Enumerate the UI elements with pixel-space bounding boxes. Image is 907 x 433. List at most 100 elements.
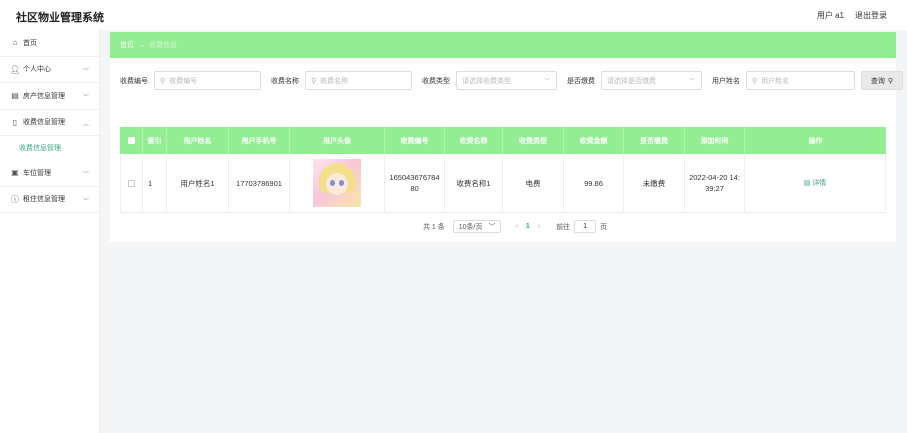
- main-panel: 首页 → 收费信息 收费编号 ⚲ 收费编号 收费名称 ⚲ 收费名称 收费类型 请…: [110, 32, 903, 242]
- search-icon: ⚲: [311, 77, 317, 85]
- sidebar-item-property[interactable]: ▤ 房产信息管理 ﹀: [0, 83, 99, 110]
- document-icon: ▤: [803, 179, 811, 187]
- page-number[interactable]: 1: [526, 223, 530, 230]
- next-page-icon[interactable]: ›: [538, 223, 540, 230]
- row-select-cell[interactable]: [121, 154, 143, 212]
- paid-label: 是否缴费: [567, 77, 595, 85]
- cell-fee-no: 165043676784 80: [385, 154, 445, 212]
- chevron-down-icon: ﹀: [688, 79, 695, 85]
- cell-index: 1: [143, 154, 167, 212]
- detail-label: 详情: [812, 179, 827, 187]
- page-size-value: 10条/页: [458, 223, 483, 231]
- sidebar-item-label: 车位管理: [23, 169, 51, 177]
- chevron-down-icon: ﹀: [82, 95, 89, 101]
- col-header: 操作: [808, 137, 823, 145]
- cell-actions: ▤ 详情: [745, 154, 886, 212]
- total-count: 共 1 条: [422, 223, 445, 231]
- col-header: 收费名称: [445, 127, 503, 154]
- select-all-cell[interactable]: [120, 127, 143, 154]
- building-icon: ▤: [11, 91, 19, 101]
- username-label: 用户姓名: [712, 77, 740, 85]
- home-icon: ⌂: [12, 38, 18, 48]
- chevron-down-icon: ﹀: [488, 223, 496, 231]
- current-user[interactable]: 用户 a1: [817, 10, 844, 21]
- sidebar-item-label: 收费信息管理: [23, 119, 65, 127]
- col-header: 收费编号: [385, 127, 445, 154]
- fee-type-select[interactable]: 请选择收费类型 ﹀: [456, 71, 557, 90]
- chevron-up-icon: ︿: [82, 121, 89, 128]
- search-icon: ⚲: [160, 77, 166, 85]
- breadcrumb-home[interactable]: 首页: [120, 40, 134, 50]
- table-row: 1 用户姓名1 17703786901 165043676784 80 收费名称…: [120, 154, 886, 213]
- sidebar-item-parking[interactable]: ▣ 车位管理 ﹀: [0, 160, 99, 187]
- fee-name-label: 收费名称: [271, 77, 299, 85]
- sidebar-item-label: 首页: [23, 39, 37, 47]
- sidebar: ⌂ 首页 👤︎ 个人中心 ﹀ ▤ 房产信息管理 ﹀ ▯ 收费信息管理 ︿ 收费信…: [0, 30, 100, 433]
- user-icon: 👤︎: [10, 64, 21, 74]
- col-header: 收费类型: [503, 127, 564, 154]
- page-size-select[interactable]: 10条/页 ﹀: [452, 220, 502, 233]
- parking-icon: ▣: [11, 168, 19, 178]
- cell-username: 用户姓名1: [167, 154, 229, 212]
- col-header: 用户头像: [290, 127, 385, 154]
- col-header: 收费金额: [564, 127, 624, 154]
- username-placeholder: 用户姓名: [761, 77, 790, 85]
- select-all-checkbox[interactable]: [127, 137, 135, 144]
- submenu-item-fees[interactable]: 收费信息管理: [0, 136, 99, 160]
- chevron-down-icon: ﹀: [543, 79, 550, 85]
- sidebar-item-home[interactable]: ⌂ 首页: [0, 30, 99, 57]
- paid-select[interactable]: 请选择是否缴费 ﹀: [601, 71, 702, 90]
- fee-name-input[interactable]: ⚲ 收费名称: [305, 71, 412, 90]
- top-bar: 社区物业管理系统 用户 a1 退出登录: [0, 0, 907, 30]
- logout-link[interactable]: 退出登录: [855, 10, 887, 21]
- cell-fee-name: 收费名称1: [445, 154, 503, 212]
- fee-no-label: 收费编号: [120, 77, 148, 85]
- table-header: 索引 用户姓名 用户手机号 用户头像 收费编号 收费名称 收费类型 收费金额 是…: [120, 127, 886, 154]
- search-icon: ⚲: [887, 77, 894, 85]
- goto-label: 前往: [556, 223, 571, 231]
- avatar[interactable]: [313, 159, 361, 207]
- paid-placeholder: 请选择是否缴费: [607, 77, 656, 85]
- cell-phone: 17703786901: [229, 154, 290, 212]
- breadcrumb: 首页 → 收费信息: [110, 32, 896, 58]
- breadcrumb-current: 收费信息: [149, 42, 177, 49]
- cell-paid: 未缴费: [624, 154, 685, 212]
- sidebar-item-label: 个人中心: [23, 66, 51, 74]
- fees-table: 索引 用户姓名 用户手机号 用户头像 收费编号 收费名称 收费类型 收费金额 是…: [120, 127, 886, 213]
- col-header: 添加时间: [685, 127, 745, 154]
- breadcrumb-arrow: →: [138, 41, 145, 49]
- fee-type-label: 收费类型: [422, 77, 450, 85]
- sidebar-item-profile[interactable]: 👤︎ 个人中心 ﹀: [0, 57, 99, 83]
- col-header: 是否缴费: [624, 127, 685, 154]
- sidebar-item-label: 租住信息管理: [23, 196, 65, 204]
- cell-amount: 99.86: [564, 154, 624, 212]
- query-button-label: 查询: [870, 77, 885, 85]
- cell-avatar: [290, 154, 385, 212]
- info-icon: ⓘ: [11, 194, 19, 204]
- query-button[interactable]: 查询 ⚲: [861, 71, 903, 90]
- fee-no-placeholder: 收费编号: [169, 77, 198, 85]
- sidebar-item-label: 房产信息管理: [23, 92, 65, 100]
- pagination: 共 1 条 10条/页 ﹀ ‹ 1 › 前往 1 页: [110, 220, 896, 233]
- goto-input[interactable]: 1: [574, 220, 597, 233]
- chevron-down-icon: ﹀: [82, 172, 89, 178]
- col-header: 用户手机号: [229, 127, 290, 154]
- prev-page-icon[interactable]: ‹: [515, 223, 517, 230]
- app-title: 社区物业管理系统: [16, 12, 104, 24]
- phone-icon: ▯: [12, 117, 18, 127]
- cell-fee-type: 电费: [503, 154, 564, 212]
- search-icon: ⚲: [752, 77, 758, 85]
- search-bar: 收费编号 ⚲ 收费编号 收费名称 ⚲ 收费名称 收费类型 请选择收费类型 ﹀ 是…: [120, 71, 903, 90]
- sidebar-item-rental[interactable]: ⓘ 租住信息管理 ﹀: [0, 187, 99, 213]
- fee-type-placeholder: 请选择收费类型: [462, 77, 511, 85]
- cell-created: 2022-04-20 14: 39:27: [685, 154, 745, 212]
- row-checkbox[interactable]: [128, 179, 135, 187]
- chevron-down-icon: ﹀: [82, 198, 89, 205]
- fee-no-input[interactable]: ⚲ 收费编号: [154, 71, 261, 90]
- chevron-down-icon: ﹀: [82, 68, 89, 75]
- col-header: 索引: [143, 127, 167, 154]
- username-input[interactable]: ⚲ 用户姓名: [746, 71, 855, 90]
- user-area: 用户 a1 退出登录: [817, 10, 887, 21]
- sidebar-item-fees[interactable]: ▯ 收费信息管理 ︿: [0, 110, 99, 136]
- detail-button[interactable]: ▤ 详情: [804, 178, 827, 189]
